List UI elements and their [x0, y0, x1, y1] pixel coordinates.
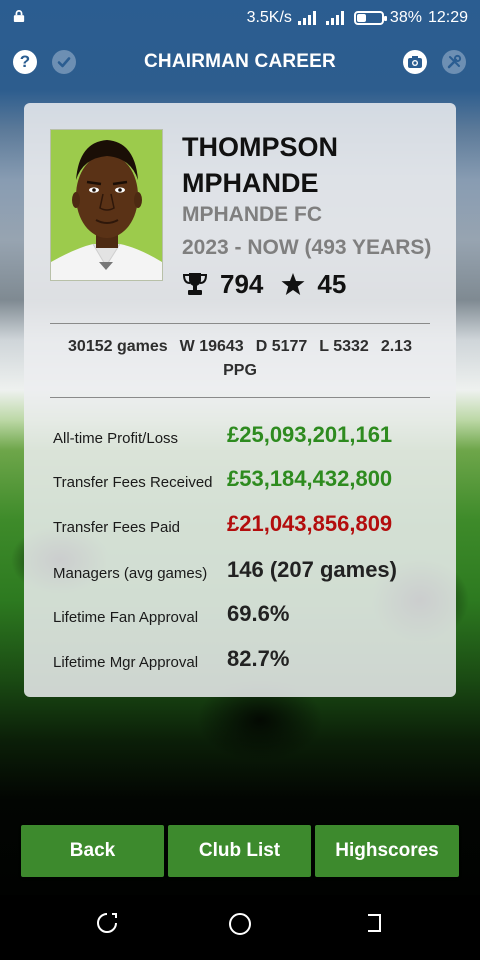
stat-value: £21,043,856,809: [227, 511, 393, 536]
home-icon[interactable]: [228, 912, 252, 936]
stat-value: 69.6%: [227, 601, 290, 626]
losses: L 5332: [319, 338, 369, 355]
divider: [50, 323, 430, 324]
match-record: 30152 games W 19643 D 5177 L 5332 2.13 PPG: [50, 335, 430, 383]
stat-row-managers: Managers (avg games) 146 (207 games): [53, 551, 433, 595]
divider: [50, 397, 430, 398]
stat-value: £53,184,432,800: [227, 466, 393, 491]
stat-label: Transfer Fees Paid: [53, 519, 180, 536]
stat-value: 146 (207 games): [227, 557, 397, 582]
clock: 12:29: [427, 9, 468, 26]
back-nav-icon[interactable]: [362, 912, 384, 934]
trophy-icon: [182, 273, 208, 295]
battery-icon: [353, 11, 387, 25]
battery-percent: 38%: [389, 9, 422, 26]
signal-2-icon: [325, 11, 348, 25]
camera-icon[interactable]: [403, 50, 427, 74]
last-name: MPHANDE: [182, 168, 319, 198]
draws: D 5177: [255, 338, 308, 355]
stat-label: Managers (avg games): [53, 565, 208, 582]
lock-icon: [13, 10, 25, 22]
stat-value: 82.7%: [227, 646, 290, 671]
signal-icon: [297, 11, 320, 25]
club-list-button[interactable]: Club List: [168, 825, 311, 877]
stat-label: Lifetime Mgr Approval: [53, 654, 199, 671]
stat-label: Lifetime Fan Approval: [53, 609, 199, 626]
first-name: THOMPSON: [182, 132, 339, 162]
club-name: MPHANDE FC: [182, 203, 322, 226]
app-bar: ? CHAIRMAN CAREER: [0, 38, 480, 86]
star-count: 45: [317, 268, 347, 299]
network-speed: 3.5K/s: [246, 9, 292, 26]
trophy-summary: 794 45: [182, 267, 346, 301]
games-count: 30152 games: [68, 338, 168, 355]
stat-row-fan-approval: Lifetime Fan Approval 69.6%: [53, 595, 433, 639]
stat-label: All-time Profit/Loss: [53, 430, 179, 447]
settings-icon[interactable]: [442, 50, 466, 74]
stat-label: Transfer Fees Received: [53, 474, 213, 491]
wins: W 19643: [179, 338, 244, 355]
stat-row-fees-received: Transfer Fees Received £53,184,432,800: [53, 460, 433, 504]
career-card: THOMPSON MPHANDE MPHANDE FC 2023 - NOW (…: [24, 103, 456, 697]
star-icon: [281, 273, 305, 295]
system-nav-bar: [0, 895, 480, 960]
back-button[interactable]: Back: [21, 825, 164, 877]
stat-row-mgr-approval: Lifetime Mgr Approval 82.7%: [53, 640, 433, 684]
highscores-button[interactable]: Highscores: [315, 825, 459, 877]
trophy-count: 794: [220, 268, 264, 299]
avatar: [50, 129, 163, 281]
ppg-unit: PPG: [223, 362, 257, 379]
stat-row-fees-paid: Transfer Fees Paid £21,043,856,809: [53, 505, 433, 549]
status-bar: 3.5K/s 38% 12:29: [0, 0, 480, 38]
tenure: 2023 - NOW (493 YEARS): [182, 236, 432, 259]
ppg-value: 2.13: [380, 338, 412, 355]
stat-value: £25,093,201,161: [227, 422, 393, 447]
recent-apps-icon[interactable]: [96, 912, 118, 934]
chairman-name: THOMPSON MPHANDE: [182, 129, 442, 201]
stat-row-profit-loss: All-time Profit/Loss £25,093,201,161: [53, 416, 433, 460]
